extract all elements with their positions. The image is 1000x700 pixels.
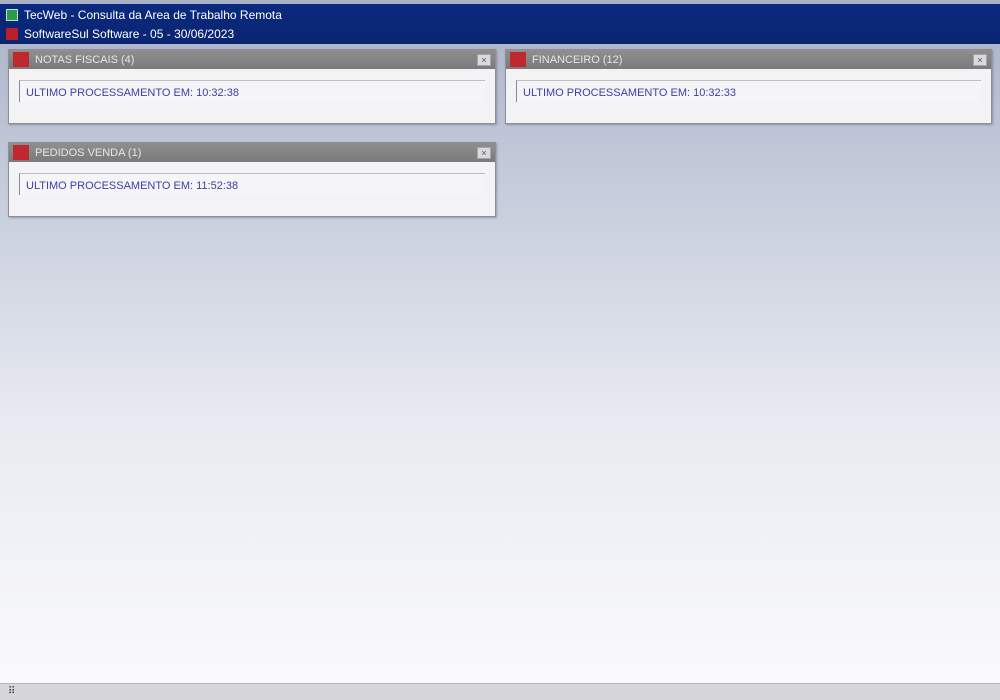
window-title: TecWeb - Consulta da Area de Trabalho Re… — [24, 8, 282, 22]
title-bar: TecWeb - Consulta da Area de Trabalho Re… — [0, 4, 1000, 44]
alert-icon — [13, 145, 29, 160]
panel-pedidos-venda[interactable]: PEDIDOS VENDA (1) × ULTIMO PROCESSAMENTO… — [8, 142, 496, 217]
panel-notas-fiscais[interactable]: NOTAS FISCAIS (4) × ULTIMO PROCESSAMENTO… — [8, 49, 496, 124]
close-icon[interactable]: × — [973, 53, 987, 66]
panel-title: NOTAS FISCAIS (4) — [35, 53, 135, 66]
title-row-app: TecWeb - Consulta da Area de Trabalho Re… — [6, 7, 282, 23]
company-icon — [6, 28, 18, 40]
panel-status: ULTIMO PROCESSAMENTO EM: 10:32:38 — [19, 80, 485, 102]
panel-status: ULTIMO PROCESSAMENTO EM: 11:52:38 — [19, 173, 485, 195]
alert-icon — [13, 52, 29, 67]
company-info: SoftwareSul Software - 05 - 30/06/2023 — [24, 27, 235, 41]
title-row-company: SoftwareSul Software - 05 - 30/06/2023 — [6, 26, 234, 42]
panel-title: PEDIDOS VENDA (1) — [35, 146, 142, 159]
panel-title: FINANCEIRO (12) — [532, 53, 623, 66]
grip-icon[interactable]: ⠿ — [8, 686, 15, 697]
alert-icon — [510, 52, 526, 67]
panel-financeiro[interactable]: FINANCEIRO (12) × ULTIMO PROCESSAMENTO E… — [505, 49, 992, 124]
app-icon — [6, 9, 18, 21]
status-bar: ⠿ — [0, 683, 1000, 700]
panel-header[interactable]: PEDIDOS VENDA (1) × — [9, 143, 495, 162]
close-icon[interactable]: × — [477, 146, 491, 159]
panel-status: ULTIMO PROCESSAMENTO EM: 10:32:33 — [516, 80, 981, 102]
main-window: TecWeb - Consulta da Area de Trabalho Re… — [0, 0, 1000, 700]
panel-header[interactable]: NOTAS FISCAIS (4) × — [9, 50, 495, 69]
close-icon[interactable]: × — [477, 53, 491, 66]
panel-header[interactable]: FINANCEIRO (12) × — [506, 50, 991, 69]
